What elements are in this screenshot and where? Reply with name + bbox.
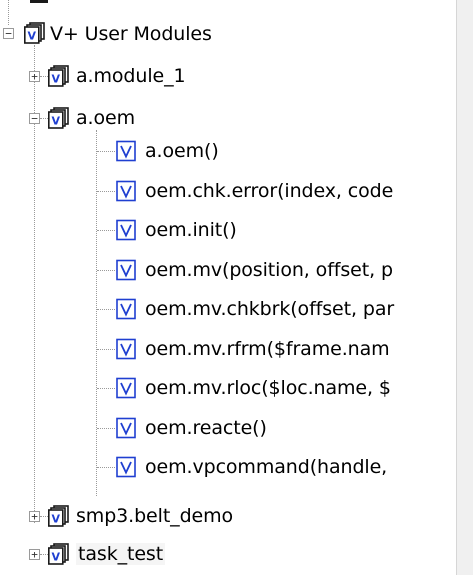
tree-line-h [97,151,115,152]
module-stack-icon: V [48,65,69,87]
tree-line-h [97,270,115,271]
tree-item-module[interactable]: smp3.belt_demo [76,497,233,535]
tree-item-label: V+ User Modules [50,23,212,45]
vertical-scrollbar[interactable] [456,0,473,575]
tree-item-label: oem.mv.rfrm($frame.nam [145,338,390,360]
tree-item-label: oem.mv(position, offset, p [145,259,393,281]
expand-toggle[interactable]: + [29,511,40,522]
tree-line-children [96,130,97,496]
tree-item-label: oem.chk.error(index, code [145,180,394,202]
tree-item-module[interactable]: a.oem [76,99,135,137]
tree-item-program[interactable]: oem.mv.chkbrk(offset, par [145,290,394,328]
module-stack-icon: V [48,543,69,565]
tree-item-module[interactable]: a.module_1 [76,57,186,95]
tree-line-h [97,428,115,429]
tree-item-label: a.module_1 [76,65,186,87]
tree-item-program[interactable]: oem.mv(position, offset, p [145,251,393,289]
v-program-icon [116,219,136,241]
tree-line-h [40,118,48,119]
svg-text:V: V [52,551,61,564]
v-program-icon [116,259,136,281]
svg-text:V: V [52,115,61,128]
tree-item-label: oem.init() [145,219,237,241]
tree-item-program[interactable]: oem.chk.error(index, code [145,172,393,210]
svg-text:V: V [28,30,37,43]
partial-row-divider [30,0,48,3]
tree-item-root[interactable]: V+ User Modules [50,15,212,53]
svg-text:V: V [52,73,61,86]
tree-item-module-selected[interactable]: task_test [76,535,166,573]
tree-line-h [97,230,115,231]
tree-line-h [40,516,48,517]
tree-item-label: oem.reacte() [145,417,267,439]
tree-item-program[interactable]: a.oem() [145,132,219,170]
tree-item-program[interactable]: oem.mv.rfrm($frame.nam [145,330,390,368]
root-collapse-toggle[interactable]: − [3,28,14,39]
v-program-icon [116,417,136,439]
module-stack-icon: V [24,22,45,44]
collapse-toggle[interactable]: − [29,113,40,124]
v-program-icon [116,456,136,478]
tree-item-program[interactable]: oem.mv.rloc($loc.name, $ [145,369,391,407]
tree-item-label: oem.mv.rloc($loc.name, $ [145,377,391,399]
tree-item-program[interactable]: oem.vpcommand(handle, [145,448,387,486]
tree-item-label: oem.vpcommand(handle, [145,456,388,478]
expand-toggle[interactable]: + [29,549,40,560]
module-stack-icon: V [48,505,69,527]
tree-line-h [97,309,115,310]
tree-line-h [40,554,48,555]
tree-item-label: a.oem [76,107,136,129]
v-program-icon [116,338,136,360]
tree-line-h [97,388,115,389]
tree-item-program[interactable]: oem.reacte() [145,409,267,447]
tree-line-h [97,191,115,192]
tree-item-label: oem.mv.chkbrk(offset, par [145,298,395,320]
tree-line-h [40,76,48,77]
expand-toggle[interactable]: + [29,71,40,82]
v-program-icon [116,180,136,202]
module-stack-icon: V [48,107,69,129]
svg-text:V: V [52,513,61,526]
tree-item-label: smp3.belt_demo [76,505,234,527]
tree-line-top [8,0,9,25]
tree-item-label: a.oem() [145,140,219,162]
tree-item-program[interactable]: oem.init() [145,211,237,249]
tree-line-h [97,349,115,350]
v-program-icon [116,140,136,162]
tree-line-h [97,467,115,468]
tree-item-label: task_test [76,543,166,565]
v-program-icon [116,298,136,320]
project-tree: − V V+ User Modules + V a.module_1 − V a… [0,0,456,575]
v-program-icon [116,377,136,399]
